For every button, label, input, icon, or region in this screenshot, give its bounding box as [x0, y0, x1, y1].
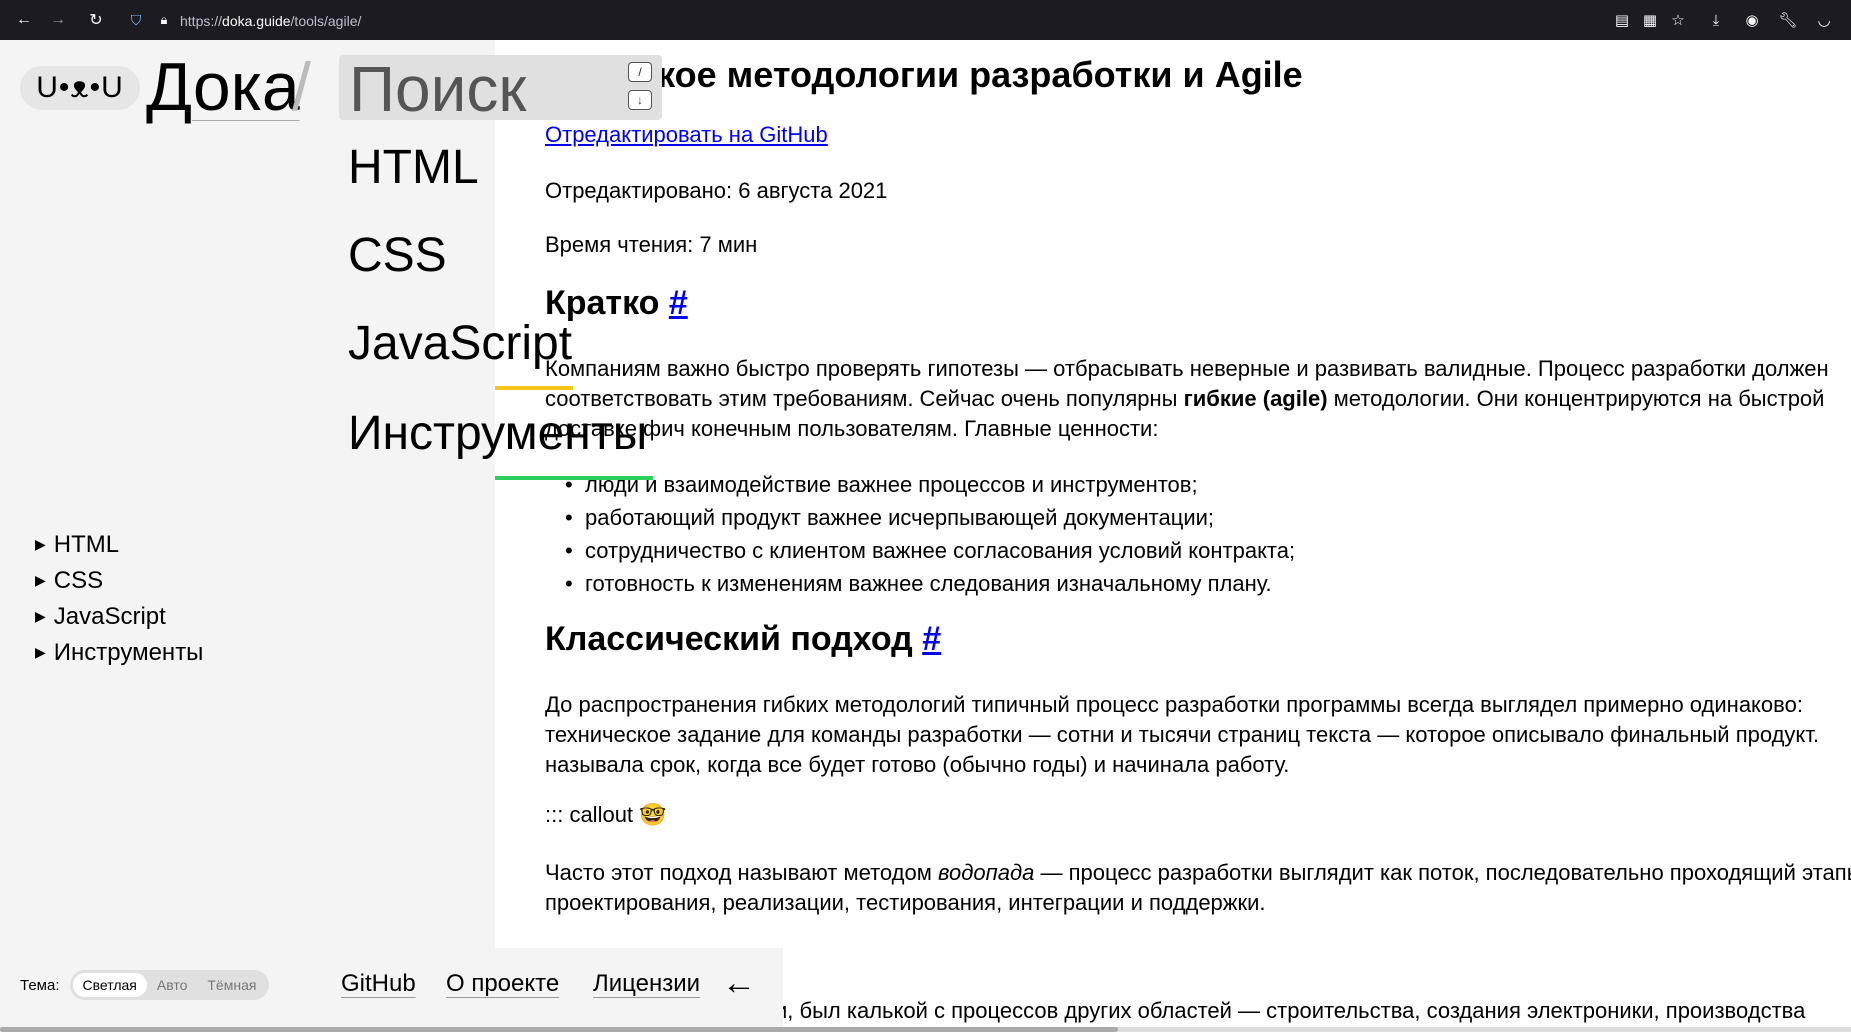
list-item: люди и взаимодействие важнее процессов и… — [565, 468, 1295, 501]
big-nav-tools[interactable]: Инструменты — [348, 406, 647, 461]
shortcut-slash-key: / — [628, 62, 652, 82]
grid-icon[interactable]: ▦ — [1640, 10, 1660, 30]
collapse-arrow-icon[interactable]: ← — [722, 964, 756, 1003]
values-list: люди и взаимодействие важнее процессов и… — [565, 468, 1295, 600]
callout-marker: ::: callout 🤓 — [545, 802, 667, 827]
agile-bold: гибкие (agile) — [1183, 386, 1328, 411]
big-nav-javascript[interactable]: JavaScript — [348, 316, 572, 371]
paragraph-intro-line-2: соответствовать этим требованиям. Сейчас… — [545, 384, 1829, 414]
javascript-underline — [495, 386, 573, 390]
forward-icon[interactable]: → — [48, 10, 68, 30]
theme-selector: Тема: Светлая Авто Тёмная — [20, 970, 270, 1000]
url-host: doka.guide — [222, 13, 291, 29]
horizontal-scrollbar-thumb[interactable] — [0, 1027, 1118, 1032]
shield-icon[interactable]: ⛉ — [126, 10, 146, 30]
url-prefix: https:// — [180, 13, 223, 29]
paragraph-fragment: и, был калькой с процессов других област… — [775, 998, 1806, 1023]
account-icon[interactable]: ◉ — [1742, 10, 1762, 30]
text-span: — процесс разработки выглядит как поток,… — [1034, 860, 1851, 885]
footer-licenses-link[interactable]: Лицензии — [593, 970, 700, 998]
lock-icon[interactable]: 🔒︎ — [154, 10, 174, 30]
reading-time: Время чтения: 7 мин — [545, 232, 758, 257]
list-item: работающий продукт важнее исчерпывающей … — [565, 501, 1295, 534]
paragraph-waterfall-line-2: проектирования, реализации, тестирования… — [545, 890, 1266, 915]
back-icon[interactable]: ← — [14, 10, 34, 30]
tree-item-html[interactable]: HTML — [35, 528, 203, 564]
wrench-icon[interactable]: 🔧︎ — [1778, 10, 1798, 30]
theme-switch: Светлая Авто Тёмная — [69, 970, 270, 1000]
footer-about-link[interactable]: О проекте — [446, 970, 559, 998]
footer-github-link[interactable]: GitHub — [341, 970, 416, 998]
text-span: методологии. Они концентрируются на быст… — [1327, 386, 1825, 411]
reader-view-icon[interactable]: ▤ — [1612, 10, 1632, 30]
tree-item-label: Инструменты — [53, 639, 204, 666]
heading-classic-anchor[interactable]: # — [922, 620, 941, 658]
theme-label: Тема: — [20, 976, 60, 994]
search-label: Поиск — [349, 53, 527, 125]
theme-auto-option[interactable]: Авто — [147, 973, 198, 997]
logo-home-button[interactable]: U•ᴥ•U — [20, 66, 140, 110]
edit-on-github-link[interactable]: Отредактировать на GitHub — [545, 122, 828, 148]
heading-classic: Классический подход # — [545, 620, 941, 659]
bookmark-star-icon[interactable]: ☆ — [1668, 10, 1688, 30]
header-slash: / — [292, 49, 311, 125]
paragraph-classic: До распространения гибких методологий ти… — [545, 690, 1819, 780]
heading-classic-text: Классический подход — [545, 620, 913, 658]
tree-item-label: HTML — [53, 531, 120, 558]
paragraph-waterfall: Часто этот подход называют методом водоп… — [545, 858, 1851, 918]
edited-date: Отредактировано: 6 августа 2021 — [545, 178, 888, 203]
page: Что такое методологии разработки и Agile… — [0, 40, 1851, 1032]
list-item: сотрудничество с клиентом важнее согласо… — [565, 534, 1295, 567]
pocket-icon[interactable]: ◡ — [1814, 10, 1834, 30]
tree-item-label: JavaScript — [53, 603, 166, 630]
tree-item-label: CSS — [53, 567, 104, 594]
paragraph-intro-line-1: Компаниям важно быстро проверять гипотез… — [545, 356, 1829, 381]
paragraph-classic-line-2: техническое задание для команды разработ… — [545, 722, 1820, 747]
big-nav-html[interactable]: HTML — [348, 140, 479, 195]
site-name-link[interactable]: Дока — [146, 48, 300, 126]
tree-item-css[interactable]: CSS — [35, 564, 203, 600]
paragraph-intro-line-3: доставке фич конечным пользователям. Гла… — [545, 416, 1159, 441]
reload-icon[interactable]: ↻ — [86, 10, 106, 30]
browser-toolbar: ← → ↻ ⛉ 🔒︎ https://doka.guide/tools/agil… — [0, 0, 1851, 40]
big-nav-css[interactable]: CSS — [348, 228, 447, 283]
shortcut-down-key: ↓ — [628, 90, 652, 110]
tools-underline — [495, 476, 653, 480]
tree-item-javascript[interactable]: JavaScript — [35, 600, 203, 636]
theme-dark-option[interactable]: Тёмная — [197, 973, 266, 997]
paragraph-classic-line-1: До распространения гибких методологий ти… — [545, 692, 1803, 717]
text-span: Часто этот подход называют методом — [545, 860, 938, 885]
list-item: готовность к изменениям важнее следовани… — [565, 567, 1295, 600]
url-bar[interactable]: https://doka.guide/tools/agile/ — [180, 13, 361, 29]
url-path: /tools/agile/ — [290, 13, 362, 29]
search-input[interactable]: Поиск — [339, 53, 662, 125]
tree-item-tools[interactable]: Инструменты — [35, 636, 204, 672]
download-icon[interactable]: ⤓ — [1706, 10, 1726, 30]
waterfall-italic: водопада — [937, 860, 1035, 885]
section-tree: HTML CSS JavaScript Инструменты — [35, 528, 204, 672]
paragraph-intro: Компаниям важно быстро проверять гипотез… — [545, 354, 1829, 444]
paragraph-waterfall-line-1: Часто этот подход называют методом водоп… — [545, 858, 1851, 888]
theme-light-option[interactable]: Светлая — [72, 973, 147, 997]
heading-short-anchor[interactable]: # — [669, 284, 688, 322]
paragraph-classic-line-3: называла срок, когда все будет готово (о… — [545, 752, 1290, 777]
